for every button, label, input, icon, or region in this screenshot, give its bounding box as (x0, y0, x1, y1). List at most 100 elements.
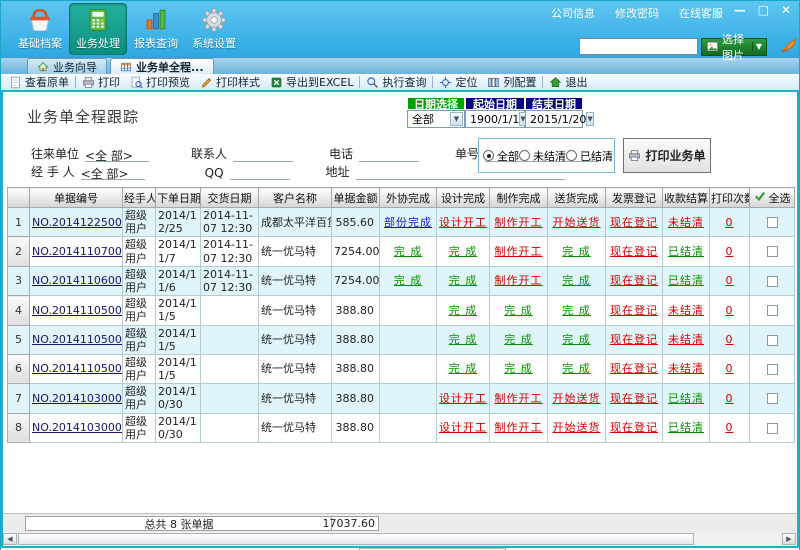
chevron-down-icon[interactable]: ▼ (586, 112, 593, 126)
row-checkbox[interactable] (767, 364, 778, 375)
deliver-status-link[interactable]: 完 成 (562, 362, 591, 375)
scroll-right-arrow-icon[interactable]: ▶ (782, 533, 796, 545)
produce-status-link[interactable]: 完 成 (504, 333, 533, 346)
deliver-status-link[interactable]: 开始送货 (553, 421, 601, 434)
produce-status-link[interactable]: 制作开工 (495, 421, 543, 434)
invoice-status-link[interactable]: 现在登记 (610, 216, 658, 229)
payment-status-link[interactable]: 未结清 (668, 216, 704, 229)
toolbar-button-8[interactable]: 列配置 (482, 74, 541, 90)
order-code-link[interactable]: NO.201411050003 (32, 304, 123, 317)
row-checkbox[interactable] (767, 276, 778, 287)
row-checkbox[interactable] (767, 335, 778, 346)
print-count-link[interactable]: 0 (726, 216, 734, 229)
order-code-link[interactable]: NO.201411070001 (32, 245, 123, 258)
chevron-down-icon[interactable]: ▼ (752, 42, 762, 51)
scrollbar-thumb[interactable] (18, 533, 694, 545)
column-header-6[interactable]: 单据金额 (332, 188, 380, 208)
design-status-link[interactable]: 完 成 (449, 245, 478, 258)
contact-field[interactable] (233, 147, 293, 162)
chevron-down-icon[interactable]: ▼ (450, 112, 463, 126)
order-code-link[interactable]: NO.201411060001 (32, 274, 123, 287)
toolbar-button-3[interactable]: 打印预览 (125, 74, 195, 90)
header-link-1[interactable]: 公司信息 (551, 5, 595, 21)
invoice-status-link[interactable]: 现在登记 (610, 333, 658, 346)
horn-icon[interactable] (780, 37, 799, 56)
close-button[interactable]: ✕ (781, 3, 791, 17)
print-order-button[interactable]: 打印业务单 (623, 138, 711, 173)
print-count-link[interactable]: 0 (726, 333, 734, 346)
phone-field[interactable] (359, 147, 419, 162)
qq-field[interactable] (230, 165, 290, 180)
print-count-link[interactable]: 0 (726, 274, 734, 287)
produce-status-link[interactable]: 制作开工 (495, 216, 543, 229)
outsource-status-link[interactable]: 完 成 (394, 245, 423, 258)
settle-option-1[interactable]: 全部 (483, 148, 519, 164)
column-header-2[interactable]: 经手人 (123, 188, 156, 208)
settle-option-2[interactable]: 未结清 (519, 148, 566, 164)
toolbar-button-5[interactable]: 导出到EXCEL (265, 74, 358, 90)
radio-button[interactable] (483, 150, 494, 161)
print-count-link[interactable]: 0 (726, 392, 734, 405)
design-status-link[interactable]: 完 成 (449, 304, 478, 317)
module-button-2[interactable]: 业务处理 (69, 3, 127, 55)
module-button-4[interactable]: 系统设置 (185, 3, 243, 55)
invoice-status-link[interactable]: 现在登记 (610, 304, 658, 317)
payment-status-link[interactable]: 已结清 (668, 245, 704, 258)
tab-2[interactable]: 业务单全程... (110, 58, 214, 74)
column-header-5[interactable]: 客户名称 (259, 188, 332, 208)
order-code-link[interactable]: NO.201412250002 (32, 216, 123, 229)
column-header-9[interactable]: 制作完成 (490, 188, 548, 208)
payment-status-link[interactable]: 已结清 (668, 421, 704, 434)
column-header-4[interactable]: 交货日期 (201, 188, 259, 208)
invoice-status-link[interactable]: 现在登记 (610, 362, 658, 375)
unit-field[interactable]: <全 部> (85, 147, 149, 162)
radio-button[interactable] (519, 150, 530, 161)
design-status-link[interactable]: 完 成 (449, 362, 478, 375)
row-checkbox[interactable] (767, 246, 778, 257)
column-header-14[interactable]: 全选 (750, 188, 795, 208)
print-count-link[interactable]: 0 (726, 304, 734, 317)
column-header-7[interactable]: 外协完成 (380, 188, 437, 208)
horizontal-scrollbar[interactable]: ◀ ▶ (1, 532, 799, 546)
invoice-status-link[interactable]: 现在登记 (610, 274, 658, 287)
header-link-2[interactable]: 修改密码 (615, 5, 659, 21)
outsource-status-link[interactable]: 完 成 (394, 274, 423, 287)
outsource-status-link[interactable]: 部份完成 (384, 216, 432, 229)
payment-status-link[interactable]: 未结清 (668, 304, 704, 317)
payment-status-link[interactable]: 未结清 (668, 333, 704, 346)
row-checkbox[interactable] (767, 217, 778, 228)
invoice-status-link[interactable]: 现在登记 (610, 245, 658, 258)
module-button-1[interactable]: 基础档案 (11, 3, 69, 55)
invoice-status-link[interactable]: 现在登记 (610, 421, 658, 434)
order-code-link[interactable]: NO.201411050002 (32, 333, 123, 346)
print-count-link[interactable]: 0 (726, 362, 734, 375)
toolbar-button-1[interactable]: 查看原单 (4, 74, 74, 90)
payment-status-link[interactable]: 已结清 (668, 274, 704, 287)
print-count-link[interactable]: 0 (726, 245, 734, 258)
row-checkbox[interactable] (767, 423, 778, 434)
image-search-input[interactable] (579, 38, 698, 55)
deliver-status-link[interactable]: 完 成 (562, 304, 591, 317)
tab-1[interactable]: 业务向导 (27, 58, 107, 74)
toolbar-button-9[interactable]: 退出 (544, 74, 592, 90)
deliver-status-link[interactable]: 开始送货 (553, 392, 601, 405)
date-filter-select-2[interactable]: 1900/1/1▼ (465, 110, 525, 128)
design-status-link[interactable]: 完 成 (449, 333, 478, 346)
design-status-link[interactable]: 完 成 (449, 274, 478, 287)
toolbar-button-6[interactable]: 执行查询 (361, 74, 431, 90)
design-status-link[interactable]: 设计开工 (439, 216, 487, 229)
toolbar-button-7[interactable]: 定位 (434, 74, 482, 90)
column-header-1[interactable]: 单据编号 (30, 188, 123, 208)
design-status-link[interactable]: 设计开工 (439, 392, 487, 405)
column-header-11[interactable]: 发票登记 (606, 188, 663, 208)
row-checkbox[interactable] (767, 393, 778, 404)
column-header-12[interactable]: 收款结算 (663, 188, 710, 208)
order-code-link[interactable]: NO.201410300002 (32, 392, 123, 405)
deliver-status-link[interactable]: 开始送货 (553, 216, 601, 229)
deliver-status-link[interactable]: 完 成 (562, 245, 591, 258)
produce-status-link[interactable]: 制作开工 (495, 245, 543, 258)
produce-status-link[interactable]: 完 成 (504, 304, 533, 317)
order-code-link[interactable]: NO.201411050001 (32, 362, 123, 375)
payment-status-link[interactable]: 未结清 (668, 362, 704, 375)
column-header-13[interactable]: 打印次数 (710, 188, 750, 208)
